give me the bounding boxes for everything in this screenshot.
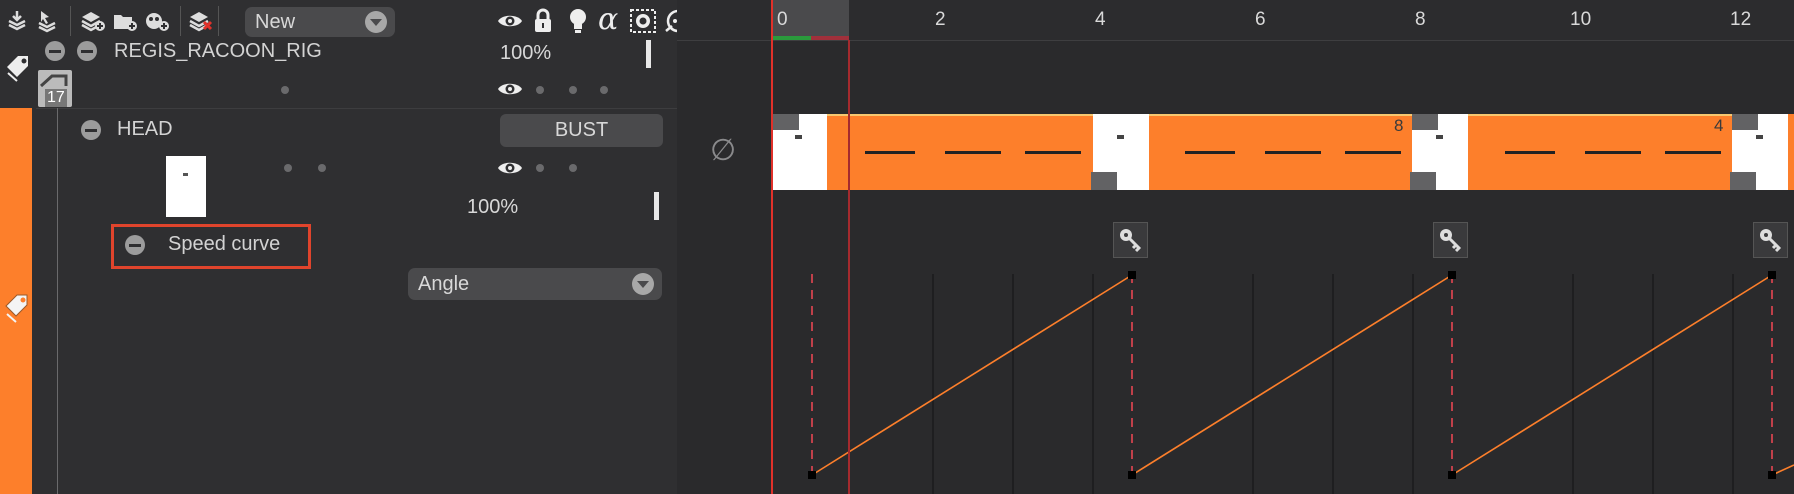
parameter-select[interactable]: Angle xyxy=(408,268,662,300)
toolbar-divider xyxy=(218,6,219,36)
function-curve[interactable] xyxy=(677,0,1794,494)
timeline-panel: 0 2 4 6 8 10 12 ∅ 8 4 xyxy=(677,0,1794,494)
import-layer-icon[interactable] xyxy=(4,6,30,36)
rig-collapse-button[interactable] xyxy=(45,41,65,61)
head-lock-dot[interactable] xyxy=(536,164,544,172)
eye-icon[interactable] xyxy=(497,11,523,35)
head-opacity[interactable]: 100% xyxy=(467,196,518,219)
rig-layer-icon: 17 xyxy=(38,70,72,107)
composition-select[interactable]: New xyxy=(245,7,395,37)
layer-panel: New α REGIS_RACOON_RIG 100% 17 HEAD BUST… xyxy=(0,0,697,494)
add-layer-icon[interactable] xyxy=(80,6,106,36)
head-collapse-button[interactable] xyxy=(81,120,101,140)
head-light-dot[interactable] xyxy=(569,164,577,172)
head-layer-name: HEAD xyxy=(117,118,173,140)
head-switch-button[interactable]: BUST xyxy=(500,114,663,147)
mask-icon[interactable] xyxy=(630,9,656,38)
rig-light-dot[interactable] xyxy=(569,86,577,94)
rig-dot[interactable] xyxy=(281,86,289,94)
rig-collapse-button[interactable] xyxy=(77,41,97,61)
toolbar-divider xyxy=(180,6,181,36)
speed-curve-collapse-button[interactable] xyxy=(125,235,145,255)
composition-select-value: New xyxy=(255,10,296,33)
alpha-icon[interactable]: α xyxy=(598,2,618,37)
chevron-down-icon xyxy=(632,273,654,295)
head-dot[interactable] xyxy=(284,164,292,172)
add-group-icon[interactable] xyxy=(144,6,170,36)
tag-icon[interactable] xyxy=(3,292,31,329)
rig-opacity-slider[interactable] xyxy=(646,40,651,68)
hierarchy-line xyxy=(57,108,58,494)
parameter-select-value: Angle xyxy=(418,272,470,295)
row-divider xyxy=(36,108,677,109)
rig-alpha-dot[interactable] xyxy=(600,86,608,94)
lock-icon[interactable] xyxy=(533,8,553,39)
speed-curve-name: Speed curve xyxy=(168,233,281,255)
playhead-range-end xyxy=(848,40,850,494)
bulb-icon[interactable] xyxy=(568,8,588,39)
head-opacity-slider[interactable] xyxy=(654,192,659,220)
rig-badge: 17 xyxy=(45,89,67,107)
head-thumbnail xyxy=(166,156,206,217)
tag-icon[interactable] xyxy=(4,53,34,88)
chevron-down-icon xyxy=(365,11,387,33)
head-switch-value: BUST xyxy=(554,119,609,141)
head-dot[interactable] xyxy=(318,164,326,172)
add-folder-icon[interactable] xyxy=(112,6,138,36)
toolbar-divider xyxy=(70,6,71,36)
rig-opacity[interactable]: 100% xyxy=(500,42,551,65)
rig-visibility-icon[interactable] xyxy=(497,79,523,103)
head-visibility-icon[interactable] xyxy=(497,158,523,182)
select-layer-icon[interactable] xyxy=(34,6,60,36)
playhead[interactable] xyxy=(771,0,773,494)
rig-lock-dot[interactable] xyxy=(536,86,544,94)
delete-layer-icon[interactable] xyxy=(188,6,214,36)
rig-layer-name: REGIS_RACOON_RIG xyxy=(114,40,322,62)
